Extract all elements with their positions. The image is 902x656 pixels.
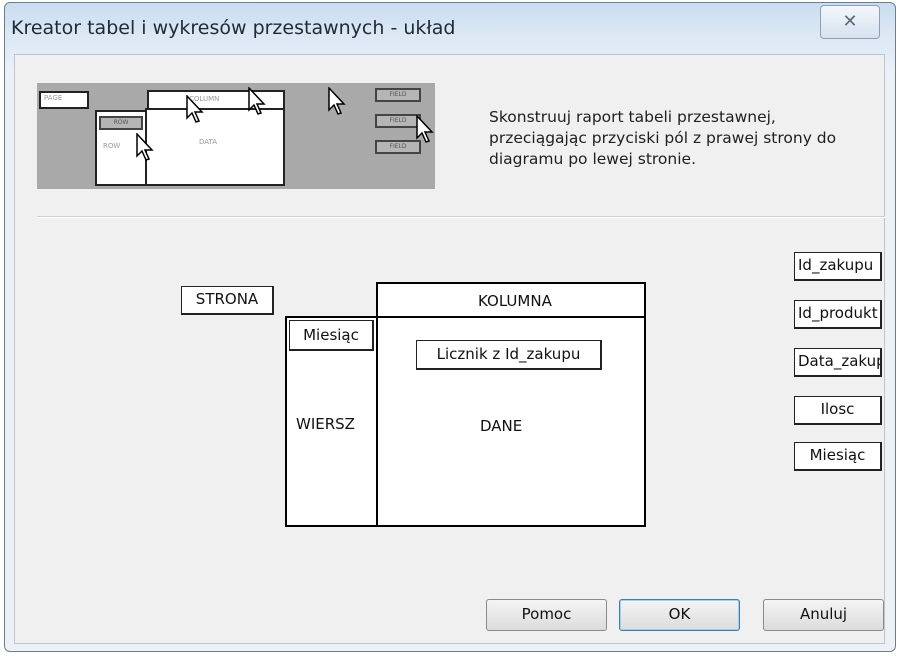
row-area-label: WIERSZ <box>296 415 355 433</box>
cancel-button[interactable]: Anuluj <box>763 599 884 631</box>
layout-preview-image: PAGE COLUMN ROW ROW DATA FIELD FIELD FIE… <box>37 83 435 189</box>
ok-button[interactable]: OK <box>619 599 740 631</box>
close-button[interactable]: ✕ <box>820 5 880 39</box>
cursor-icon <box>328 87 346 115</box>
separator <box>37 216 885 218</box>
data-field-button[interactable]: Licznik z Id_zakupu <box>416 340 602 370</box>
dialog-body: PAGE COLUMN ROW ROW DATA FIELD FIELD FIE… <box>14 54 885 644</box>
column-drop-area[interactable]: KOLUMNA <box>376 282 646 319</box>
column-area-label: KOLUMNA <box>478 292 552 310</box>
cursor-icon <box>248 87 266 115</box>
field-button-data-zakupu[interactable]: Data_zakupu <box>794 348 882 377</box>
window-title: Kreator tabel i wykresów przestawnych - … <box>11 17 456 39</box>
page-drop-area[interactable]: STRONA <box>181 286 274 315</box>
cursor-icon <box>136 133 154 161</box>
pivot-wizard-window: Kreator tabel i wykresów przestawnych - … <box>4 2 896 652</box>
preview-page-box: PAGE <box>39 91 89 109</box>
cursor-icon <box>186 95 204 123</box>
field-button-ilosc[interactable]: Ilosc <box>794 396 882 425</box>
data-area-label: DANE <box>480 417 523 435</box>
preview-field-button: FIELD <box>375 88 421 102</box>
field-button-id-produkt[interactable]: Id_produkt <box>794 300 882 329</box>
cursor-icon <box>416 115 434 143</box>
row-field-button[interactable]: Miesiąc <box>289 320 374 351</box>
preview-data-box: DATA <box>145 108 285 186</box>
field-button-id-zakupu[interactable]: Id_zakupu <box>794 252 882 281</box>
help-button[interactable]: Pomoc <box>486 599 607 631</box>
field-button-miesiac[interactable]: Miesiąc <box>794 442 882 471</box>
close-icon: ✕ <box>842 11 858 32</box>
instruction-text: Skonstruuj raport tabeli przestawnej, pr… <box>489 108 837 168</box>
